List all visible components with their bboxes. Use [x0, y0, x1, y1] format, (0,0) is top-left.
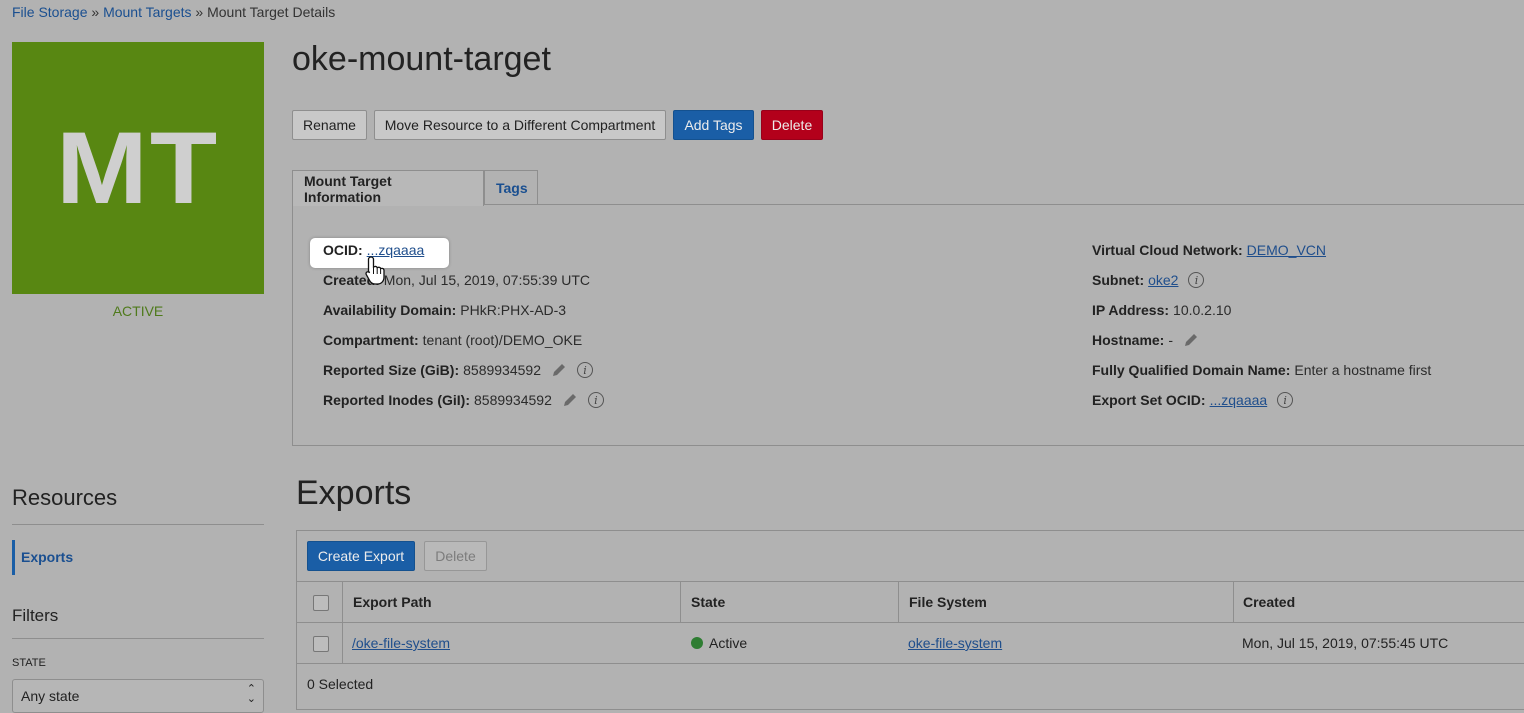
- vcn-link[interactable]: DEMO_VCN: [1247, 242, 1326, 258]
- info-icon[interactable]: i: [577, 362, 593, 378]
- info-icon[interactable]: i: [587, 392, 604, 408]
- export-set-ocid-link[interactable]: ...zqaaaa: [1210, 392, 1268, 408]
- tab-mount-target-information[interactable]: Mount Target Information: [292, 170, 484, 206]
- status-label: ACTIVE: [112, 303, 164, 319]
- column-divider: [1233, 581, 1234, 622]
- filters-heading: Filters: [12, 606, 59, 625]
- vcn-label: Virtual Cloud Network:: [1092, 242, 1243, 258]
- info-panel: [292, 204, 1524, 446]
- export-path-link[interactable]: /oke-file-system: [352, 635, 450, 651]
- reported-size-field: Reported Size (GiB): 8589934592 i: [323, 362, 593, 378]
- column-header-created[interactable]: Created: [1243, 594, 1295, 610]
- breadcrumb-separator: »: [91, 4, 100, 20]
- breadcrumb-file-storage[interactable]: File Storage: [12, 4, 87, 20]
- hostname-field: Hostname: -: [1092, 332, 1199, 348]
- delete-export-button[interactable]: Delete: [424, 541, 487, 571]
- export-set-ocid-label: Export Set OCID:: [1092, 392, 1206, 408]
- created-value: Mon, Jul 15, 2019, 07:55:39 UTC: [383, 272, 591, 288]
- fqdn-field: Fully Qualified Domain Name: Enter a hos…: [1092, 362, 1431, 378]
- tab-tags[interactable]: Tags: [484, 170, 538, 205]
- rename-button[interactable]: Rename: [292, 110, 367, 140]
- edit-pencil-icon[interactable]: [562, 392, 578, 408]
- ocid-label: OCID:: [323, 242, 363, 258]
- created-cell: Mon, Jul 15, 2019, 07:55:45 UTC: [1242, 635, 1449, 651]
- resources-heading: Resources: [12, 485, 118, 510]
- ip-address-value: 10.0.2.10: [1173, 302, 1232, 318]
- breadcrumb-mount-targets[interactable]: Mount Targets: [103, 4, 191, 20]
- table-divider: [296, 622, 1524, 623]
- reported-inodes-value: 8589934592: [474, 392, 552, 408]
- state-value: Active: [709, 635, 748, 651]
- state-filter-select[interactable]: Any state ⌃ ⌄: [12, 679, 264, 713]
- divider: [12, 524, 264, 525]
- availability-domain-label: Availability Domain:: [323, 302, 457, 318]
- move-resource-button[interactable]: Move Resource to a Different Compartment: [374, 110, 666, 140]
- state-cell: Active: [691, 635, 747, 651]
- state-filter-value: Any state: [21, 688, 80, 704]
- edit-pencil-icon[interactable]: [1183, 332, 1199, 348]
- row-checkbox[interactable]: [313, 636, 329, 652]
- reported-inodes-label: Reported Inodes (GiI):: [323, 392, 470, 408]
- fqdn-label: Fully Qualified Domain Name:: [1092, 362, 1291, 378]
- vcn-field: Virtual Cloud Network: DEMO_VCN: [1092, 242, 1326, 258]
- active-indicator: [12, 540, 15, 575]
- export-set-ocid-field: Export Set OCID: ...zqaaaa i: [1092, 392, 1294, 408]
- availability-domain-value: PHkR:PHX-AD-3: [460, 302, 567, 318]
- reported-size-label: Reported Size (GiB):: [323, 362, 460, 378]
- active-status-dot-icon: [691, 637, 703, 649]
- resource-badge: MT: [12, 42, 264, 294]
- info-icon[interactable]: i: [1277, 392, 1294, 408]
- badge-initials: MT: [56, 110, 220, 225]
- create-export-button[interactable]: Create Export: [307, 541, 415, 571]
- compartment-label: Compartment:: [323, 332, 419, 348]
- compartment-field: Compartment: tenant (root)/DEMO_OKE: [323, 332, 582, 348]
- add-tags-button[interactable]: Add Tags: [673, 110, 754, 140]
- divider: [12, 638, 264, 639]
- subnet-link[interactable]: oke2: [1148, 272, 1178, 288]
- file-system-cell: oke-file-system: [908, 635, 1002, 651]
- subnet-label: Subnet:: [1092, 272, 1145, 288]
- breadcrumb: File Storage » Mount Targets » Mount Tar…: [12, 4, 335, 20]
- file-system-link[interactable]: oke-file-system: [908, 635, 1002, 651]
- info-icon[interactable]: i: [1188, 272, 1205, 288]
- state-filter-label: STATE: [12, 657, 46, 669]
- fqdn-value: Enter a hostname first: [1294, 362, 1432, 378]
- hostname-label: Hostname:: [1092, 332, 1165, 348]
- edit-pencil-icon[interactable]: [551, 362, 567, 378]
- export-path-text[interactable]: /oke-file-system: [352, 635, 450, 651]
- select-all-checkbox[interactable]: [313, 595, 329, 611]
- availability-domain-field: Availability Domain: PHkR:PHX-AD-3: [323, 302, 566, 318]
- ip-address-field: IP Address: 10.0.2.10: [1092, 302, 1231, 318]
- hand-cursor-icon: [365, 256, 385, 285]
- selection-count: 0 Selected: [307, 676, 374, 692]
- column-divider: [898, 581, 899, 622]
- column-header-state[interactable]: State: [691, 594, 725, 610]
- table-divider: [296, 581, 1524, 582]
- breadcrumb-current: Mount Target Details: [207, 4, 336, 20]
- reported-size-value: 8589934592: [463, 362, 541, 378]
- page-title: oke-mount-target: [292, 40, 551, 78]
- select-arrows-icon: ⌃ ⌄: [246, 683, 256, 705]
- subnet-field: Subnet: oke2 i: [1092, 272, 1205, 288]
- exports-heading: Exports: [296, 474, 412, 512]
- reported-inodes-field: Reported Inodes (GiI): 8589934592 i: [323, 392, 604, 408]
- column-divider: [342, 581, 343, 663]
- hostname-value: -: [1168, 332, 1174, 348]
- column-header-export-path[interactable]: Export Path: [353, 594, 432, 610]
- sidebar-item-exports[interactable]: Exports: [21, 549, 73, 565]
- delete-button[interactable]: Delete: [761, 110, 823, 140]
- column-header-file-system[interactable]: File System: [909, 594, 987, 610]
- compartment-value: tenant (root)/DEMO_OKE: [422, 332, 583, 348]
- column-divider: [680, 581, 681, 622]
- table-divider: [296, 663, 1524, 664]
- ip-address-label: IP Address:: [1092, 302, 1170, 318]
- breadcrumb-separator: »: [195, 4, 204, 20]
